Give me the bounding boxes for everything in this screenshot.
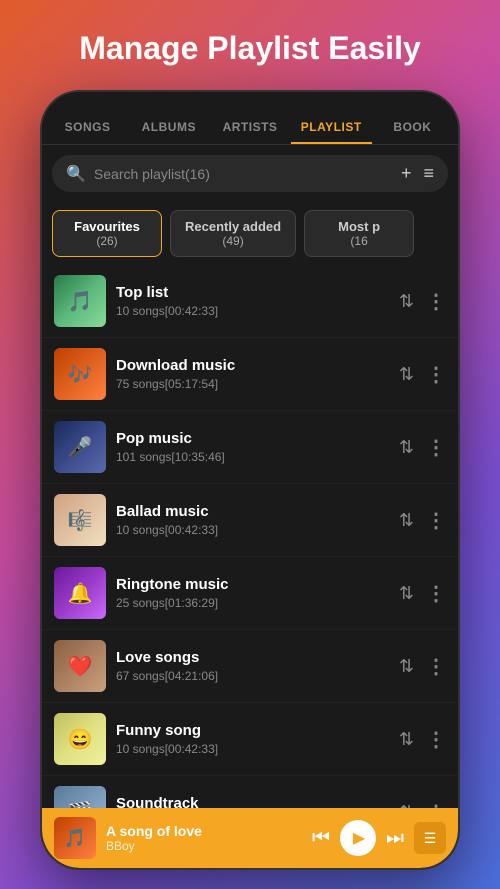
list-item[interactable]: 😄 Funny song 10 songs[00:42:33] ⇅ ⋮ [42, 703, 458, 776]
playlist-thumb-love: ❤️ [54, 640, 106, 692]
play-icon: ▶ [353, 828, 365, 848]
more-icon-pop[interactable]: ⋮ [426, 435, 446, 460]
tab-artists[interactable]: ARTISTS [209, 112, 290, 144]
playlist-name-ballad: Ballad music [116, 503, 389, 520]
playlist-name-toplist: Top list [116, 284, 389, 301]
prev-button[interactable]: ⏮ [312, 827, 330, 850]
playlist-thumb-pop: 🎤 [54, 421, 106, 473]
playlist-info-download: Download music 75 songs[05:17:54] [116, 357, 389, 391]
playlist-actions-pop: ⇅ ⋮ [399, 435, 446, 460]
tab-albums[interactable]: ALBUMS [128, 112, 209, 144]
playlist-meta-download: 75 songs[05:17:54] [116, 377, 389, 391]
playlist-meta-funny: 10 songs[00:42:33] [116, 742, 389, 756]
playlist-thumb-ringtone: 🔔 [54, 567, 106, 619]
more-icon-love[interactable]: ⋮ [426, 654, 446, 679]
playlist-actions-ringtone: ⇅ ⋮ [399, 581, 446, 606]
reorder-icon-toplist[interactable]: ⇅ [399, 291, 414, 312]
playlist-name-ringtone: Ringtone music [116, 576, 389, 593]
more-icon-ringtone[interactable]: ⋮ [426, 581, 446, 606]
playlist-actions-funny: ⇅ ⋮ [399, 727, 446, 752]
list-item[interactable]: 🎶 Download music 75 songs[05:17:54] ⇅ ⋮ [42, 338, 458, 411]
phone-notch [190, 92, 310, 116]
now-playing-info: A song of love BBoy [106, 823, 302, 853]
playlist-thumb-ballad: 🎼 [54, 494, 106, 546]
pill-most-count: (16 [319, 234, 399, 248]
search-bar: 🔍 Search playlist(16) + ≡ [52, 155, 448, 192]
search-icon: 🔍 [66, 164, 86, 184]
now-playing-emoji: 🎵 [64, 828, 86, 849]
playlist-info-love: Love songs 67 songs[04:21:06] [116, 649, 389, 683]
playlist-meta-toplist: 10 songs[00:42:33] [116, 304, 389, 318]
playlist-actions-ballad: ⇅ ⋮ [399, 508, 446, 533]
reorder-icon-ballad[interactable]: ⇅ [399, 510, 414, 531]
search-actions: + ≡ [401, 163, 434, 184]
now-playing-title: A song of love [106, 823, 302, 839]
reorder-icon-love[interactable]: ⇅ [399, 656, 414, 677]
pill-recently-count: (49) [185, 234, 281, 248]
more-icon-toplist[interactable]: ⋮ [426, 289, 446, 314]
page-title: Manage Playlist Easily [0, 0, 500, 87]
reorder-icon-download[interactable]: ⇅ [399, 364, 414, 385]
list-item[interactable]: 🎤 Pop music 101 songs[10:35:46] ⇅ ⋮ [42, 411, 458, 484]
player-controls: ⏮ ▶ ⏭ ☰ [312, 820, 446, 856]
pill-favourites-count: (26) [67, 234, 147, 248]
playlist-meta-love: 67 songs[04:21:06] [116, 669, 389, 683]
playlist-name-download: Download music [116, 357, 389, 374]
pill-most-played[interactable]: Most p (16 [304, 210, 414, 257]
more-icon-download[interactable]: ⋮ [426, 362, 446, 387]
pill-favourites-name: Favourites [67, 219, 147, 234]
search-placeholder[interactable]: Search playlist(16) [94, 166, 393, 182]
playlist-meta-ballad: 10 songs[00:42:33] [116, 523, 389, 537]
playlist-name-funny: Funny song [116, 722, 389, 739]
playlist-list: 🎵 Top list 10 songs[00:42:33] ⇅ ⋮ 🎶 Down… [42, 265, 458, 811]
play-button[interactable]: ▶ [340, 820, 376, 856]
playlist-actions-toplist: ⇅ ⋮ [399, 289, 446, 314]
list-item[interactable]: 🎼 Ballad music 10 songs[00:42:33] ⇅ ⋮ [42, 484, 458, 557]
playlist-info-ballad: Ballad music 10 songs[00:42:33] [116, 503, 389, 537]
more-icon-funny[interactable]: ⋮ [426, 727, 446, 752]
playlist-queue-button[interactable]: ☰ [414, 822, 446, 854]
playlist-actions-download: ⇅ ⋮ [399, 362, 446, 387]
pill-most-name: Most p [319, 219, 399, 234]
list-item[interactable]: 🔔 Ringtone music 25 songs[01:36:29] ⇅ ⋮ [42, 557, 458, 630]
tab-songs[interactable]: SONGS [47, 112, 128, 144]
playlist-thumb-funny: 😄 [54, 713, 106, 765]
phone-container: SONGS ALBUMS ARTISTS PLAYLIST BOOK 🔍 Sea… [40, 90, 460, 870]
tab-playlist[interactable]: PLAYLIST [291, 112, 372, 144]
tab-book[interactable]: BOOK [372, 112, 453, 144]
list-item[interactable]: 🎬 Soundtrack 30 songs[02:15:00] ⇅ ⋮ [42, 776, 458, 811]
pill-favourites[interactable]: Favourites (26) [52, 210, 162, 257]
playlist-thumb-download: 🎶 [54, 348, 106, 400]
now-playing-thumb: 🎵 [54, 817, 96, 859]
playlist-info-pop: Pop music 101 songs[10:35:46] [116, 430, 389, 464]
next-button[interactable]: ⏭ [386, 827, 404, 850]
list-item[interactable]: 🎵 Top list 10 songs[00:42:33] ⇅ ⋮ [42, 265, 458, 338]
pill-recently-name: Recently added [185, 219, 281, 234]
now-playing-bar[interactable]: 🎵 A song of love BBoy ⏮ ▶ ⏭ ☰ [42, 808, 458, 868]
playlist-thumb-toplist: 🎵 [54, 275, 106, 327]
filter-button[interactable]: ≡ [423, 163, 434, 184]
playlist-actions-love: ⇅ ⋮ [399, 654, 446, 679]
playlist-queue-icon: ☰ [424, 830, 437, 847]
list-item[interactable]: ❤️ Love songs 67 songs[04:21:06] ⇅ ⋮ [42, 630, 458, 703]
playlist-name-love: Love songs [116, 649, 389, 666]
playlist-name-pop: Pop music [116, 430, 389, 447]
more-icon-ballad[interactable]: ⋮ [426, 508, 446, 533]
playlist-info-ringtone: Ringtone music 25 songs[01:36:29] [116, 576, 389, 610]
reorder-icon-pop[interactable]: ⇅ [399, 437, 414, 458]
playlist-info-toplist: Top list 10 songs[00:42:33] [116, 284, 389, 318]
category-pills: Favourites (26) Recently added (49) Most… [42, 202, 458, 265]
playlist-info-funny: Funny song 10 songs[00:42:33] [116, 722, 389, 756]
playlist-meta-ringtone: 25 songs[01:36:29] [116, 596, 389, 610]
pill-recently-added[interactable]: Recently added (49) [170, 210, 296, 257]
now-playing-artist: BBoy [106, 839, 302, 853]
reorder-icon-funny[interactable]: ⇅ [399, 729, 414, 750]
phone-screen: SONGS ALBUMS ARTISTS PLAYLIST BOOK 🔍 Sea… [42, 92, 458, 868]
playlist-meta-pop: 101 songs[10:35:46] [116, 450, 389, 464]
reorder-icon-ringtone[interactable]: ⇅ [399, 583, 414, 604]
add-playlist-button[interactable]: + [401, 163, 412, 184]
